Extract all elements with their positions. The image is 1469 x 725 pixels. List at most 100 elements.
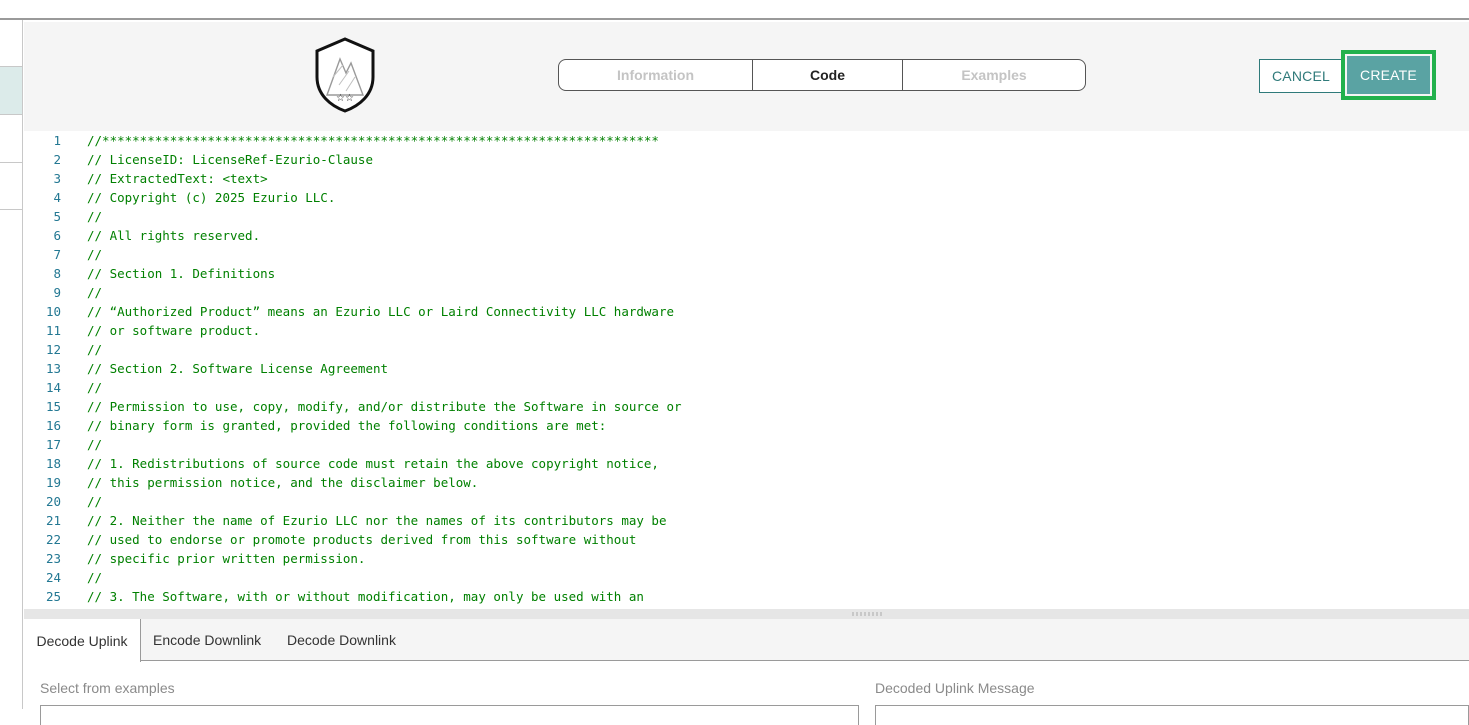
code-text: // Permission to use, copy, modify, and/…	[87, 399, 682, 414]
drag-handle-icon[interactable]	[851, 612, 883, 616]
tab-decode-uplink[interactable]: Decode Uplink	[24, 619, 141, 662]
sidebar-item-selected[interactable]	[0, 66, 22, 115]
line-number: 19	[45, 475, 61, 490]
line-number: 16	[45, 418, 61, 433]
code-text: // used to endorse or promote products d…	[87, 532, 637, 547]
tab-encode-downlink[interactable]: Encode Downlink	[153, 619, 261, 661]
step-code[interactable]: Code	[753, 60, 903, 90]
line-number: 4	[53, 190, 61, 205]
code-line: 3 // ExtractedText: <text>	[24, 169, 1469, 188]
code-text: // ExtractedText: <text>	[87, 171, 268, 186]
code-text: // Copyright (c) 2025 Ezurio LLC.	[87, 190, 336, 205]
line-number: 17	[45, 437, 61, 452]
line-number: 24	[45, 570, 61, 585]
step-examples[interactable]: Examples	[903, 60, 1085, 90]
code-line: 5 //	[24, 207, 1469, 226]
dialog-header: ☆☆ Information Code Examples CANCEL CREA…	[24, 22, 1469, 131]
code-line: 4 // Copyright (c) 2025 Ezurio LLC.	[24, 188, 1469, 207]
code-text: //	[87, 437, 103, 452]
line-number: 23	[45, 551, 61, 566]
code-line: 16 // binary form is granted, provided th…	[24, 416, 1469, 435]
code-line: 25 // 3. The Software, with or without mo…	[24, 587, 1469, 606]
code-text: // LicenseID: LicenseRef-Ezurio-Clause	[87, 152, 373, 167]
code-text: //**************************************…	[87, 133, 659, 148]
code-text: // Section 2. Software License Agreement	[87, 361, 389, 376]
line-number: 9	[53, 285, 61, 300]
svg-text:☆☆: ☆☆	[336, 93, 354, 104]
left-sidebar	[0, 20, 23, 709]
code-line: 9 //	[24, 283, 1469, 302]
codec-editor-dialog: ☆☆ Information Code Examples CANCEL CREA…	[24, 22, 1469, 725]
sidebar-divider	[0, 209, 22, 210]
decoded-message-field[interactable]	[875, 705, 1469, 725]
line-number: 5	[53, 209, 61, 224]
code-text: // or software product.	[87, 323, 261, 338]
cancel-button[interactable]: CANCEL	[1259, 59, 1343, 93]
line-number: 7	[53, 247, 61, 262]
code-line: 22 // used to endorse or promote products…	[24, 530, 1469, 549]
code-line: 7 //	[24, 245, 1469, 264]
tab-decode-downlink[interactable]: Decode Downlink	[287, 619, 396, 661]
wizard-stepper: Information Code Examples	[558, 59, 1086, 91]
code-line: 6 // All rights reserved.	[24, 226, 1469, 245]
code-text: // Section 1. Definitions	[87, 266, 276, 281]
code-text: //	[87, 285, 103, 300]
line-number: 22	[45, 532, 61, 547]
code-line: 10 // “Authorized Product” means an Ezuri…	[24, 302, 1469, 321]
code-line: 14 //	[24, 378, 1469, 397]
code-line: 24 //	[24, 568, 1469, 587]
code-line: 21 // 2. Neither the name of Ezurio LLC n…	[24, 511, 1469, 530]
examples-select[interactable]	[40, 705, 859, 725]
line-number: 1	[53, 133, 61, 148]
line-number: 21	[45, 513, 61, 528]
line-number: 8	[53, 266, 61, 281]
code-line: 2 // LicenseID: LicenseRef-Ezurio-Clause	[24, 150, 1469, 169]
code-line: 8 // Section 1. Definitions	[24, 264, 1469, 283]
code-line: 20 //	[24, 492, 1469, 511]
line-number: 20	[45, 494, 61, 509]
decoded-message-label: Decoded Uplink Message	[875, 680, 1035, 696]
code-line: 1 //*************************************…	[24, 131, 1469, 150]
examples-select-label: Select from examples	[40, 680, 175, 696]
code-line: 18 // 1. Redistributions of source code m…	[24, 454, 1469, 473]
create-button[interactable]: CREATE	[1347, 56, 1430, 94]
line-number: 25	[45, 589, 61, 604]
line-number: 6	[53, 228, 61, 243]
line-number: 11	[45, 323, 61, 338]
code-text: // this permission notice, and the discl…	[87, 475, 479, 490]
line-number: 2	[53, 152, 61, 167]
code-line: 17 //	[24, 435, 1469, 454]
code-text: // “Authorized Product” means an Ezurio …	[87, 304, 674, 319]
top-bar	[0, 0, 1469, 20]
code-text: // binary form is granted, provided the …	[87, 418, 607, 433]
code-text: //	[87, 209, 103, 224]
code-text: // 2. Neither the name of Ezurio LLC nor…	[87, 513, 667, 528]
test-panel: Decode Uplink Encode Downlink Decode Dow…	[24, 619, 1469, 725]
code-line: 13 // Section 2. Software License Agreeme…	[24, 359, 1469, 378]
code-text: // 3. The Software, with or without modi…	[87, 589, 644, 604]
code-line: 23 // specific prior written permission.	[24, 549, 1469, 568]
code-text: //	[87, 494, 103, 509]
code-line: 11 // or software product.	[24, 321, 1469, 340]
code-text: //	[87, 247, 103, 262]
code-text: //	[87, 570, 103, 585]
line-number: 15	[45, 399, 61, 414]
line-number: 10	[45, 304, 61, 319]
code-text: // specific prior written permission.	[87, 551, 366, 566]
line-number: 14	[45, 380, 61, 395]
code-editor[interactable]: 1 //*************************************…	[24, 131, 1469, 609]
step-information[interactable]: Information	[559, 60, 753, 90]
code-text: // 1. Redistributions of source code mus…	[87, 456, 659, 471]
code-line: 15 // Permission to use, copy, modify, an…	[24, 397, 1469, 416]
code-line: 19 // this permission notice, and the dis…	[24, 473, 1469, 492]
sidebar-divider	[0, 162, 22, 163]
resize-splitter[interactable]	[24, 609, 1469, 619]
line-number: 12	[45, 342, 61, 357]
create-button-highlight: CREATE	[1341, 50, 1436, 100]
line-number: 18	[45, 456, 61, 471]
test-tabs: Decode Uplink Encode Downlink Decode Dow…	[24, 619, 1469, 662]
code-text: //	[87, 380, 103, 395]
code-text: // All rights reserved.	[87, 228, 261, 243]
code-line: 12 //	[24, 340, 1469, 359]
shield-logo-icon: ☆☆	[315, 37, 375, 113]
